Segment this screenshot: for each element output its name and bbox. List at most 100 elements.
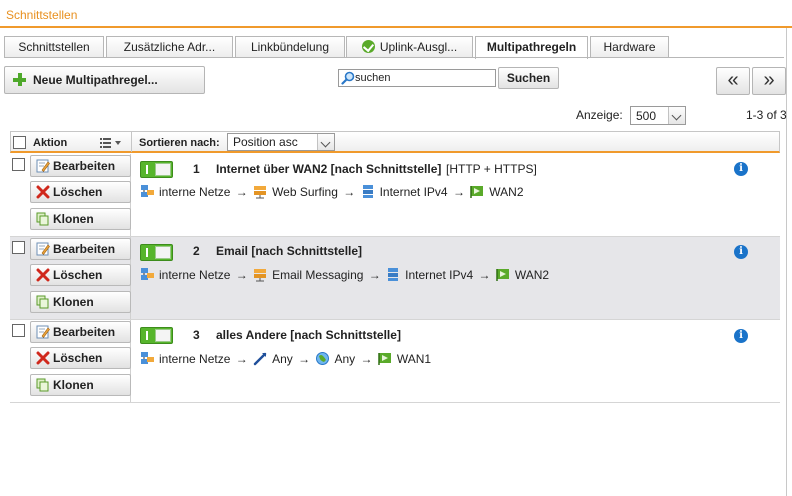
row-checkbox[interactable] — [12, 241, 25, 254]
new-multipath-rule-button[interactable]: Neue Multipathregel... — [4, 66, 205, 94]
clone-label: Klonen — [53, 295, 94, 309]
row-checkbox[interactable] — [12, 324, 25, 337]
next-page-button[interactable]: » — [752, 67, 786, 95]
chain-destination: Internet IPv4 — [379, 184, 448, 199]
delete-icon — [36, 185, 50, 199]
edit-icon — [36, 242, 50, 256]
network-icon — [362, 185, 373, 199]
info-icon[interactable]: i — [734, 329, 748, 343]
info-icon[interactable]: i — [734, 162, 748, 176]
edit-button[interactable]: Bearbeiten — [30, 238, 131, 260]
clone-button[interactable]: Klonen — [30, 208, 131, 230]
plus-icon — [13, 73, 26, 86]
tab-uplink-ausgleich[interactable]: Uplink-Ausgl... — [346, 36, 473, 58]
chain-source: interne Netze — [159, 184, 231, 199]
search-input[interactable] — [355, 71, 493, 85]
chevron-down-icon — [668, 107, 685, 124]
page-size-select[interactable]: 500 — [630, 106, 686, 125]
edit-button[interactable]: Bearbeiten — [30, 321, 131, 343]
chain-destination: Any — [334, 351, 356, 366]
toggle-knob — [155, 163, 171, 176]
chain-service: Any — [272, 351, 293, 366]
interface-flag-icon — [378, 353, 391, 366]
clone-label: Klonen — [53, 212, 94, 226]
service-group-icon — [254, 269, 267, 282]
edit-icon — [36, 159, 50, 173]
toggle-on-indicator — [146, 331, 148, 340]
chain-destination: Internet IPv4 — [405, 267, 474, 282]
title-bar: Schnittstellen — [0, 0, 792, 28]
delete-button[interactable]: Löschen — [30, 181, 131, 203]
rule-enabled-toggle[interactable] — [140, 161, 173, 178]
info-icon[interactable]: i — [734, 245, 748, 259]
page-size-value: 500 — [636, 109, 657, 123]
delete-button[interactable]: Löschen — [30, 347, 131, 369]
chain-service: Web Surfing — [272, 184, 338, 199]
network-icon — [141, 268, 154, 281]
tab-label: Zusätzliche Adr... — [123, 40, 216, 54]
rule-number: 1 — [193, 162, 200, 176]
tab-label: Schnittstellen — [18, 40, 90, 54]
clone-button[interactable]: Klonen — [30, 374, 131, 396]
search-button[interactable]: Suchen — [498, 67, 559, 89]
column-chooser-icon[interactable] — [100, 137, 124, 149]
arrow-icon: → — [235, 267, 248, 282]
chain-interface: WAN1 — [396, 351, 432, 366]
edit-button[interactable]: Bearbeiten — [30, 155, 131, 177]
select-all-checkbox[interactable] — [13, 136, 26, 149]
row-checkbox[interactable] — [12, 158, 25, 171]
rule-name: alles Andere [nach Schnittstelle] — [216, 328, 401, 342]
rule-number: 3 — [193, 328, 200, 342]
arrow-icon: → — [298, 351, 311, 366]
sort-select[interactable]: Position asc — [227, 133, 335, 151]
chain-service: Email Messaging — [272, 267, 364, 282]
panel-border — [786, 28, 787, 496]
table-row: Bearbeiten Löschen Klonen 3 alles Andere… — [10, 320, 780, 403]
search-icon — [341, 71, 355, 85]
chain-interface: WAN2 — [514, 267, 550, 282]
clone-label: Klonen — [53, 378, 94, 392]
clone-icon — [36, 212, 49, 226]
tab-multipathregeln[interactable]: Multipathregeln — [475, 36, 588, 59]
edit-label: Bearbeiten — [53, 159, 116, 173]
table-header: Aktion Sortieren nach: Position asc — [10, 131, 780, 153]
toggle-on-indicator — [146, 248, 148, 257]
arrow-icon: → — [235, 184, 248, 199]
any-service-icon — [253, 353, 267, 366]
clone-icon — [36, 378, 49, 392]
delete-button[interactable]: Löschen — [30, 264, 131, 286]
rule-enabled-toggle[interactable] — [140, 244, 173, 261]
previous-page-button[interactable]: « — [716, 67, 750, 95]
edit-label: Bearbeiten — [53, 242, 116, 256]
clone-icon — [36, 295, 49, 309]
network-icon — [388, 268, 399, 282]
arrow-icon: → — [478, 267, 491, 282]
tab-schnittstellen[interactable]: Schnittstellen — [4, 36, 104, 58]
new-button-label: Neue Multipathregel... — [33, 73, 158, 87]
tab-label: Linkbündelung — [250, 40, 330, 54]
tab-linkbuendelung[interactable]: Linkbündelung — [235, 36, 345, 58]
clone-button[interactable]: Klonen — [30, 291, 131, 313]
tab-zusaetzliche-adressen[interactable]: Zusätzliche Adr... — [106, 36, 233, 58]
table-row: Bearbeiten Löschen Klonen 2 Email [nach … — [10, 237, 780, 320]
double-chevron-left-icon: « — [727, 69, 739, 91]
double-chevron-right-icon: » — [763, 69, 775, 91]
delete-label: Löschen — [53, 268, 103, 282]
toggle-on-indicator — [146, 165, 148, 174]
window-title: Schnittstellen — [6, 8, 78, 22]
rule-chain: interne Netze → Email Messaging → Intern… — [140, 267, 549, 282]
rule-chain: interne Netze → Any → Any → WAN1 — [140, 351, 431, 366]
rule-chain: interne Netze → Web Surfing → Internet I… — [140, 184, 524, 199]
delete-icon — [36, 351, 50, 365]
rule-name: Email [nach Schnittstelle] — [216, 244, 363, 258]
network-icon — [141, 185, 154, 198]
edit-icon — [36, 325, 50, 339]
arrow-icon: → — [235, 351, 248, 366]
tab-hardware[interactable]: Hardware — [590, 36, 669, 58]
search-box — [338, 69, 496, 87]
service-group-icon — [254, 186, 267, 199]
sort-value: Position asc — [233, 135, 298, 149]
action-column-header: Aktion — [33, 137, 68, 149]
tab-label: Hardware — [603, 40, 656, 54]
rule-enabled-toggle[interactable] — [140, 327, 173, 344]
